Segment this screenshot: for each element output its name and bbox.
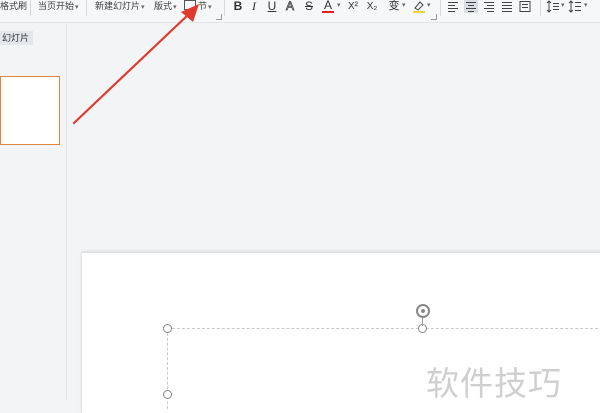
toolbar-separator (86, 0, 87, 16)
bold-button[interactable]: B (232, 0, 244, 13)
toolbar-separator (440, 0, 441, 16)
font-color-button[interactable]: A (322, 0, 334, 13)
chevron-down-icon[interactable]: ▾ (427, 1, 431, 9)
dialog-launcher-icon[interactable] (216, 14, 222, 20)
justify-icon[interactable] (500, 0, 514, 13)
resize-handle[interactable] (163, 324, 172, 333)
chevron-down-icon[interactable]: ▾ (402, 1, 406, 9)
chevron-down-icon[interactable]: ▾ (173, 4, 177, 11)
watermark-text: 软件技巧 (426, 364, 562, 403)
toolbar-separator (30, 0, 31, 16)
format-painter-button[interactable]: 格式刷 (0, 0, 27, 12)
start-page-button[interactable]: 当页开始▾ (38, 0, 79, 14)
align-center-icon[interactable] (464, 0, 478, 13)
superscript-button[interactable]: X² (345, 0, 361, 13)
dialog-launcher-icon[interactable] (431, 14, 437, 20)
chevron-down-icon[interactable]: ▾ (337, 1, 341, 9)
align-right-icon[interactable] (482, 0, 496, 13)
chevron-down-icon[interactable]: ▾ (584, 1, 588, 9)
resize-handle[interactable] (163, 390, 172, 399)
section-icon (184, 0, 196, 10)
align-left-icon[interactable] (446, 0, 460, 13)
ribbon-toolbar: 格式刷 当页开始▾ 新建幻灯片▾ 版式▾ 节▾ B I U A S A ▾ X²… (0, 0, 600, 23)
chevron-down-icon[interactable]: ▾ (208, 4, 212, 11)
strikethrough-button[interactable]: S (303, 0, 315, 13)
tab-slides[interactable]: 幻灯片 (0, 31, 34, 45)
slide-panel: 幻灯片 (0, 23, 67, 400)
rotate-handle-icon[interactable] (416, 304, 430, 318)
chevron-down-icon[interactable]: ▾ (561, 1, 565, 9)
toolbar-separator (224, 0, 225, 16)
section-label: 节 (198, 1, 208, 11)
line-spacing-icon[interactable] (546, 0, 560, 13)
highlight-icon[interactable] (412, 0, 426, 13)
layout-label: 版式 (154, 1, 173, 11)
underline-button[interactable]: U (266, 0, 278, 13)
text-shadow-button[interactable]: A (284, 0, 296, 13)
toolbar-separator (540, 0, 541, 16)
start-page-label: 当页开始 (38, 1, 75, 11)
rotation-connector (422, 317, 423, 326)
italic-button[interactable]: I (249, 0, 259, 13)
new-slide-label: 新建幻灯片 (95, 1, 141, 11)
new-slide-button[interactable]: 新建幻灯片▾ (95, 0, 145, 14)
section-button[interactable]: 节▾ (184, 0, 212, 14)
chevron-down-icon[interactable]: ▾ (75, 4, 79, 11)
distributed-align-icon[interactable] (518, 0, 532, 13)
paragraph-spacing-icon[interactable] (568, 0, 582, 13)
chevron-down-icon[interactable]: ▾ (141, 4, 145, 11)
slide-thumbnail[interactable] (0, 76, 60, 145)
arrow-shaft (72, 11, 192, 125)
subscript-button[interactable]: X₂ (364, 0, 380, 13)
layout-button[interactable]: 版式▾ (154, 0, 177, 14)
change-case-button[interactable]: 变 (387, 0, 401, 13)
